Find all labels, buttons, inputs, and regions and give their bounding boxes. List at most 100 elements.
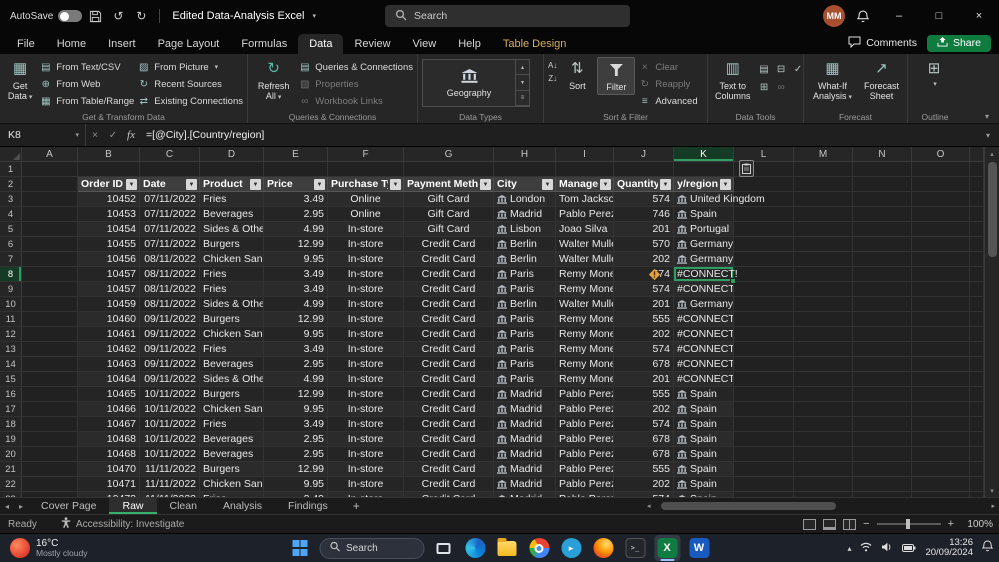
ribbon-tab-file[interactable]: File xyxy=(6,34,46,54)
filter-button-purchase-type[interactable]: ▼ xyxy=(390,179,401,190)
cell-J7[interactable]: 202 xyxy=(614,252,674,267)
cell-M1[interactable] xyxy=(794,162,853,177)
cell-N21[interactable] xyxy=(853,462,912,477)
cell-M21[interactable] xyxy=(794,462,853,477)
avatar[interactable]: MM xyxy=(823,5,845,27)
cell-K5[interactable]: Portugal xyxy=(674,222,734,237)
cell-G3[interactable]: Gift Card xyxy=(404,192,494,207)
cell-H11[interactable]: Paris xyxy=(494,312,556,327)
cell-E10[interactable]: 4.99 xyxy=(264,297,328,312)
cell-J16[interactable]: 555 xyxy=(614,387,674,402)
cell-B4[interactable]: 10453 xyxy=(78,207,140,222)
cell-M22[interactable] xyxy=(794,477,853,492)
cell-D8[interactable]: Fries xyxy=(200,267,264,282)
cell-E19[interactable]: 2.95 xyxy=(264,432,328,447)
cell-G2[interactable]: Payment Method▼ xyxy=(404,177,494,192)
cell-O8[interactable] xyxy=(912,267,970,282)
cell-A17[interactable] xyxy=(22,402,78,417)
scroll-up-icon[interactable]: ▴ xyxy=(990,147,994,160)
cell-K18[interactable]: Spain xyxy=(674,417,734,432)
cell-G8[interactable]: Credit Card xyxy=(404,267,494,282)
scroll-down-icon[interactable]: ▾ xyxy=(990,484,994,497)
cell-I13[interactable]: Remy Monet xyxy=(556,342,614,357)
cell-I16[interactable]: Pablo Perez xyxy=(556,387,614,402)
cell-O15[interactable] xyxy=(912,372,970,387)
cell-F13[interactable]: In-store xyxy=(328,342,404,357)
ribbon-tab-view[interactable]: View xyxy=(402,34,448,54)
filter-button-price[interactable]: ▼ xyxy=(314,179,325,190)
cell-C2[interactable]: Date▼ xyxy=(140,177,200,192)
cancel-entry-icon[interactable]: × xyxy=(86,130,104,141)
cell-B18[interactable]: 10467 xyxy=(78,417,140,432)
cell-M12[interactable] xyxy=(794,327,853,342)
consolidate-icon[interactable]: ⊞ xyxy=(757,79,772,95)
cell-E20[interactable]: 2.95 xyxy=(264,447,328,462)
forecast-sheet-button[interactable]: ↗ Forecast Sheet xyxy=(860,57,903,104)
cell-N22[interactable] xyxy=(853,477,912,492)
cell-N12[interactable] xyxy=(853,327,912,342)
telegram-icon[interactable]: ▸ xyxy=(558,535,584,561)
cell-O4[interactable] xyxy=(912,207,970,222)
cell-K9[interactable]: #CONNECT! xyxy=(674,282,734,297)
advanced-filter-button[interactable]: ≡Advanced xyxy=(638,93,697,109)
cell-D3[interactable]: Fries xyxy=(200,192,264,207)
workbook-links-button[interactable]: ∞Workbook Links xyxy=(298,93,413,109)
from-table-range-button[interactable]: ▦From Table/Range xyxy=(39,93,134,109)
cell-C13[interactable]: 09/11/2022 xyxy=(140,342,200,357)
cell-G17[interactable]: Credit Card xyxy=(404,402,494,417)
cell-G11[interactable]: Credit Card xyxy=(404,312,494,327)
scroll-right-icon[interactable]: ▸ xyxy=(991,502,995,510)
cell-E7[interactable]: 9.95 xyxy=(264,252,328,267)
cell-L20[interactable] xyxy=(734,447,794,462)
sheet-tab-findings[interactable]: Findings xyxy=(275,498,341,514)
row-header-15[interactable]: 15 xyxy=(0,372,22,387)
cell-B13[interactable]: 10462 xyxy=(78,342,140,357)
cell-N9[interactable] xyxy=(853,282,912,297)
cell-H2[interactable]: City▼ xyxy=(494,177,556,192)
cell-H18[interactable]: Madrid xyxy=(494,417,556,432)
cell-B1[interactable] xyxy=(78,162,140,177)
cell-K15[interactable]: #CONNECT! xyxy=(674,372,734,387)
cell-E8[interactable]: 3.49 xyxy=(264,267,328,282)
cell-E4[interactable]: 2.95 xyxy=(264,207,328,222)
filter-button-date[interactable]: ▼ xyxy=(186,179,197,190)
cell-C18[interactable]: 10/11/2022 xyxy=(140,417,200,432)
cell-I17[interactable]: Pablo Perez xyxy=(556,402,614,417)
cell-I11[interactable]: Remy Monet xyxy=(556,312,614,327)
cell-L21[interactable] xyxy=(734,462,794,477)
notification-center-icon[interactable] xyxy=(982,539,993,557)
row-header-1[interactable]: 1 xyxy=(0,162,22,177)
cell-F16[interactable]: In-store xyxy=(328,387,404,402)
cell-K8[interactable]: #CONNECT! xyxy=(674,267,734,282)
row-header-11[interactable]: 11 xyxy=(0,312,22,327)
filter-button-product[interactable]: ▼ xyxy=(250,179,261,190)
cell-D17[interactable]: Chicken Sandw xyxy=(200,402,264,417)
cell-J19[interactable]: 678 xyxy=(614,432,674,447)
vertical-scrollbar[interactable]: ▴ ▾ xyxy=(984,147,999,497)
cell-D1[interactable] xyxy=(200,162,264,177)
accessibility-status[interactable]: Accessibility: Investigate xyxy=(61,517,184,531)
cell-D20[interactable]: Beverages xyxy=(200,447,264,462)
cell-H13[interactable]: Paris xyxy=(494,342,556,357)
cell-O5[interactable] xyxy=(912,222,970,237)
cell-F6[interactable]: In-store xyxy=(328,237,404,252)
row-header-13[interactable]: 13 xyxy=(0,342,22,357)
cell-K6[interactable]: Germany xyxy=(674,237,734,252)
file-explorer-icon[interactable] xyxy=(494,535,520,561)
cell-E14[interactable]: 2.95 xyxy=(264,357,328,372)
cell-F12[interactable]: In-store xyxy=(328,327,404,342)
cell-I5[interactable]: Joao Silva xyxy=(556,222,614,237)
cell-N1[interactable] xyxy=(853,162,912,177)
cell-J11[interactable]: 555 xyxy=(614,312,674,327)
cell-G1[interactable] xyxy=(404,162,494,177)
cell-A22[interactable] xyxy=(22,477,78,492)
wifi-icon[interactable] xyxy=(860,539,872,557)
horizontal-scroll-thumb[interactable] xyxy=(661,502,836,510)
cell-G7[interactable]: Credit Card xyxy=(404,252,494,267)
cell-E6[interactable]: 12.99 xyxy=(264,237,328,252)
cell-O7[interactable] xyxy=(912,252,970,267)
close-button[interactable]: × xyxy=(959,0,999,32)
what-if-analysis-button[interactable]: ▦ What-If Analysis▾ xyxy=(808,57,857,104)
add-sheet-button[interactable]: + xyxy=(341,498,372,514)
recent-sources-button[interactable]: ↻Recent Sources xyxy=(137,76,243,92)
